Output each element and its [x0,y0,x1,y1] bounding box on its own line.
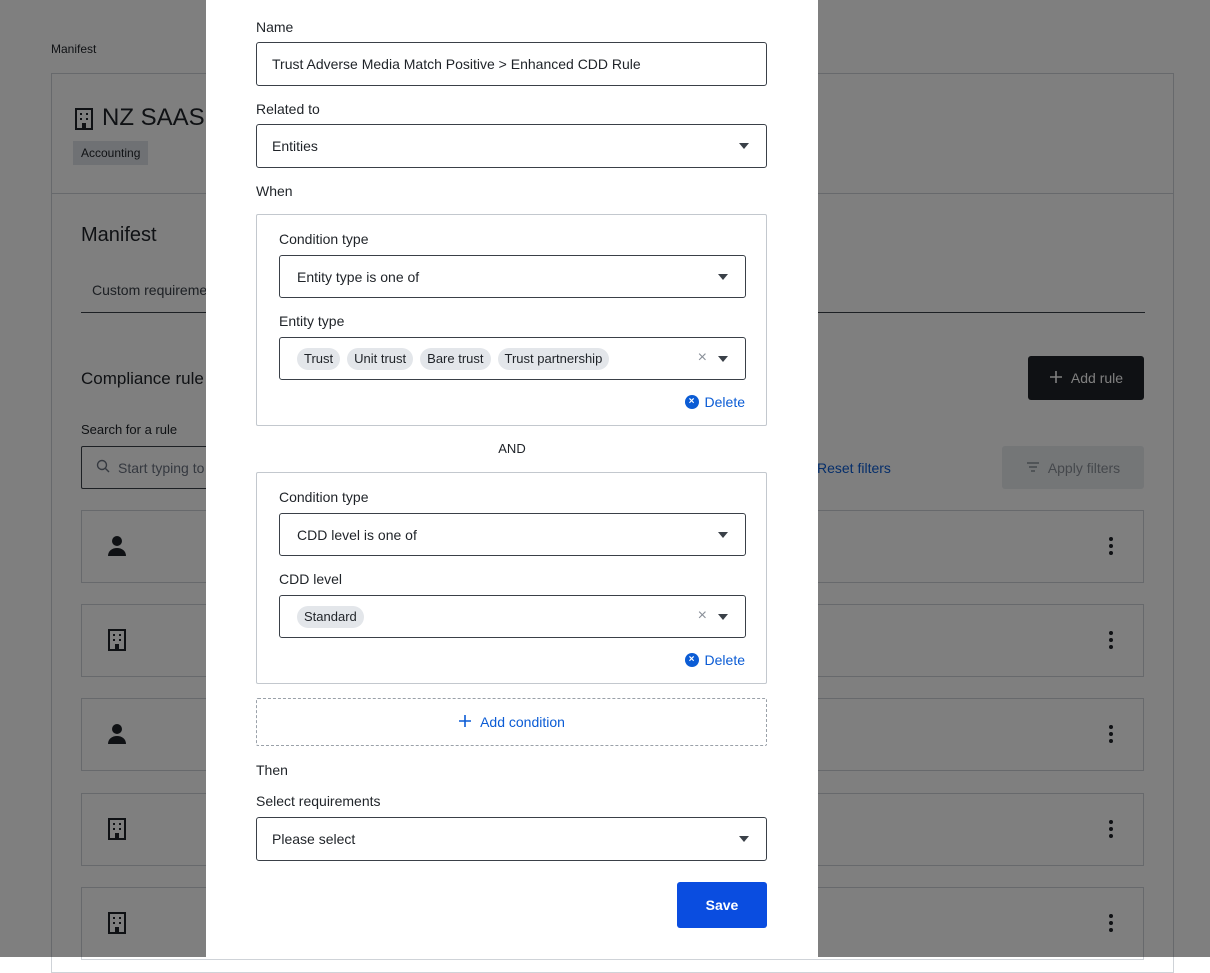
cdd-level-label: CDD level [279,571,343,587]
delete-label: Delete [704,652,745,668]
close-circle-icon: × [684,653,699,667]
related-to-select[interactable]: Entities [256,124,767,168]
condition-card: Condition type CDD level is one of CDD l… [256,472,767,684]
add-condition-button[interactable]: Add condition [256,698,767,746]
chip-trust-partnership[interactable]: Trust partnership [497,347,610,370]
delete-label: Delete [704,394,745,410]
cdd-level-multiselect[interactable]: Standard × [279,595,746,638]
condition-type-select[interactable]: Entity type is one of [279,255,746,298]
and-separator: AND [498,441,526,456]
caret-down-icon [739,143,749,149]
entity-type-multiselect[interactable]: Trust Unit trust Bare trust Trust partne… [279,337,746,380]
add-condition-label: Add condition [480,714,565,730]
caret-down-icon [718,356,728,362]
caret-down-icon [739,836,749,842]
clear-icon[interactable]: × [698,607,707,625]
related-to-label: Related to [256,101,320,117]
related-to-value: Entities [272,138,318,154]
caret-down-icon [718,274,728,280]
chip-bare-trust[interactable]: Bare trust [420,347,491,370]
delete-condition-button[interactable]: × Delete [684,652,745,668]
then-label: Then [256,762,288,778]
requirements-select[interactable]: Please select [256,817,767,861]
clear-icon[interactable]: × [698,349,707,367]
chip-standard[interactable]: Standard [297,605,364,628]
plus-icon [458,714,472,731]
condition-type-value: Entity type is one of [297,268,420,285]
chip-trust[interactable]: Trust [297,347,341,370]
delete-condition-button[interactable]: × Delete [684,394,745,410]
chip-unit-trust[interactable]: Unit trust [347,347,414,370]
condition-type-label: Condition type [279,489,369,505]
select-requirements-label: Select requirements [256,793,381,809]
chip-list: Trust Unit trust Bare trust Trust partne… [297,347,610,370]
condition-type-label: Condition type [279,231,369,247]
rule-editor-modal: Name Trust Adverse Media Match Positive … [206,0,818,957]
condition-type-select[interactable]: CDD level is one of [279,513,746,556]
requirements-placeholder: Please select [272,831,356,847]
close-circle-icon: × [684,395,699,409]
condition-card: Condition type Entity type is one of Ent… [256,214,767,426]
save-button[interactable]: Save [677,882,767,928]
when-label: When [256,183,293,199]
caret-down-icon [718,614,728,620]
caret-down-icon [718,532,728,538]
entity-type-label: Entity type [279,313,345,329]
name-label: Name [256,19,294,35]
condition-type-value: CDD level is one of [297,526,417,543]
chip-list: Standard [297,605,364,628]
name-input[interactable]: Trust Adverse Media Match Positive > Enh… [256,42,767,86]
